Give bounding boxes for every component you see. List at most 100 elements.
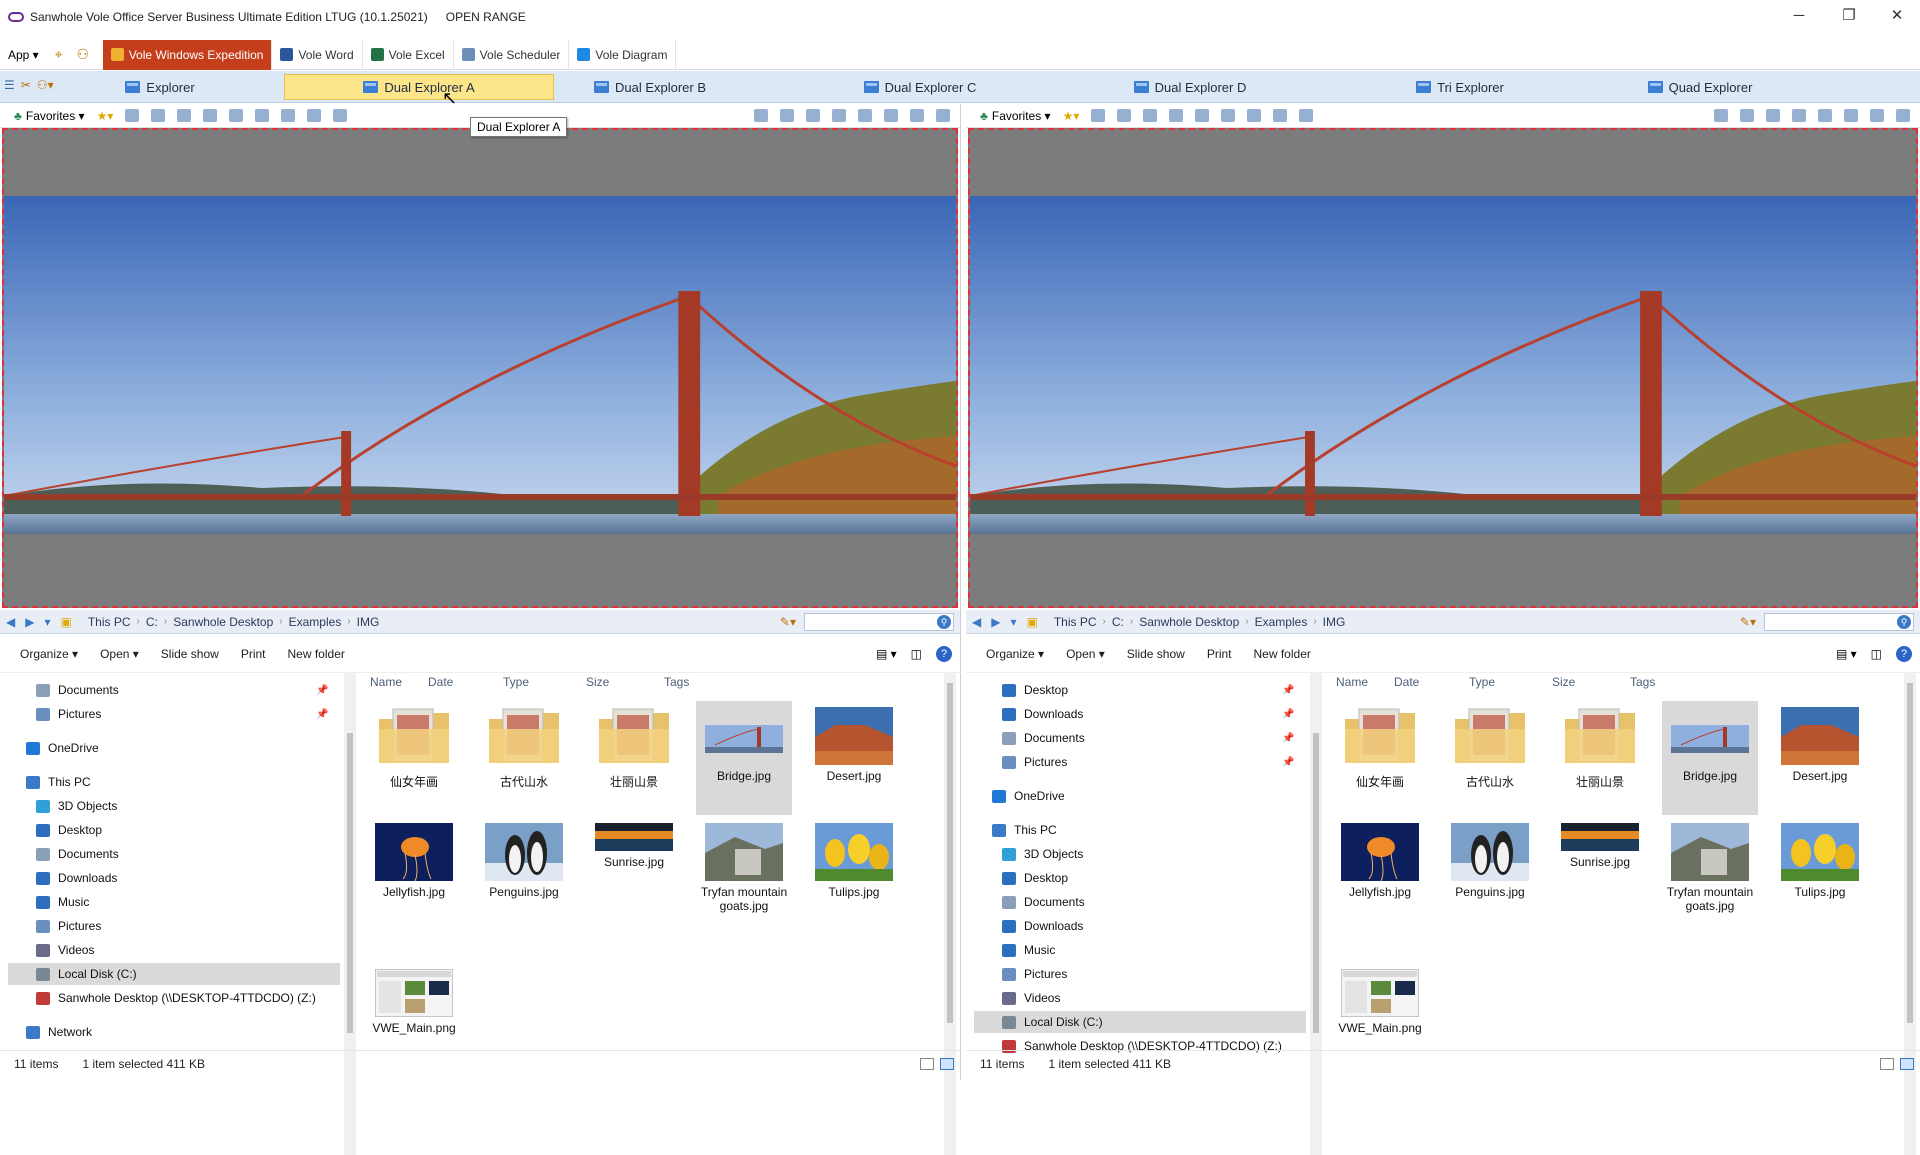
column-header[interactable]: Date [428, 675, 453, 695]
nav-item[interactable]: Network [0, 1021, 332, 1043]
file-item[interactable]: Desert.jpg [1772, 701, 1868, 815]
nav-item[interactable]: Documents [0, 843, 332, 865]
toolbar-action-icon[interactable] [1117, 109, 1132, 122]
nav-item[interactable]: Documents 📌 [966, 727, 1298, 749]
toolbar-action-icon[interactable] [125, 109, 140, 122]
toolbar-action-icon[interactable] [1273, 109, 1288, 122]
file-item[interactable]: 仙女年画 [1332, 701, 1428, 815]
layout-icon[interactable] [1896, 109, 1910, 122]
breadcrumb-item[interactable]: IMG [1323, 615, 1346, 629]
nav-item[interactable]: Pictures [966, 963, 1298, 985]
scrollbar-thumb[interactable] [947, 683, 953, 1023]
toolbar-action-icon[interactable] [203, 109, 218, 122]
tab-vole-scheduler[interactable]: Vole Scheduler [454, 39, 570, 70]
toolbar-action-icon[interactable] [307, 109, 322, 122]
layout-icon[interactable] [832, 109, 846, 122]
nav-item[interactable]: Videos [966, 987, 1298, 1009]
large-icons-view-icon[interactable] [1900, 1057, 1914, 1070]
tab-tri-explorer[interactable]: Tri Explorer [1370, 74, 1550, 100]
tools-icon[interactable]: ✂ [21, 78, 31, 92]
file-item[interactable]: Penguins.jpg [476, 817, 572, 927]
column-header[interactable]: Type [1469, 675, 1495, 695]
tools-icon[interactable]: ✎▾ [1740, 615, 1756, 629]
print-button[interactable]: Print [1207, 647, 1232, 661]
crosshair-icon[interactable]: ⌖ [47, 43, 71, 67]
column-header[interactable]: Name [1336, 675, 1368, 695]
layout-icon[interactable] [1740, 109, 1754, 122]
column-header[interactable]: Tags [1630, 675, 1655, 695]
nav-item[interactable]: 3D Objects [966, 843, 1298, 865]
column-header[interactable]: Type [503, 675, 529, 695]
users-icon[interactable]: ⚇ [71, 43, 95, 67]
restore-button[interactable]: ❐ [1826, 0, 1872, 30]
column-header[interactable]: Tags [664, 675, 689, 695]
favorites-menu[interactable]: Favorites ▾ [26, 109, 85, 123]
pin-icon[interactable]: 📌 [1282, 757, 1294, 768]
file-item[interactable]: 仙女年画 [366, 701, 462, 815]
nav-item[interactable]: This PC [966, 819, 1298, 841]
layout-icon[interactable] [1714, 109, 1728, 122]
layout-icon[interactable] [1792, 109, 1806, 122]
layout-icon[interactable] [936, 109, 950, 122]
tab-vole-excel[interactable]: Vole Excel [363, 39, 454, 70]
tab-vole-diagram[interactable]: Vole Diagram [569, 39, 677, 70]
toolbar-action-icon[interactable] [229, 109, 244, 122]
nav-item[interactable]: Downloads [0, 867, 332, 889]
file-item[interactable]: Tulips.jpg [1772, 817, 1868, 927]
chevron-down-icon[interactable]: ▾ [44, 615, 50, 629]
breadcrumb-item[interactable]: Examples [1255, 615, 1308, 629]
toolbar-action-icon[interactable] [1169, 109, 1184, 122]
tools-icon[interactable]: ✎▾ [780, 615, 796, 629]
breadcrumb-item[interactable]: C: [1112, 615, 1124, 629]
close-button[interactable]: ✕ [1874, 0, 1920, 30]
tab-vole-windows-expedition[interactable]: Vole Windows Expedition [102, 39, 273, 70]
nav-item[interactable]: Music [966, 939, 1298, 961]
file-item[interactable]: 壮丽山景 [586, 701, 682, 815]
scrollbar-thumb[interactable] [1313, 733, 1319, 1033]
file-item[interactable]: Tulips.jpg [806, 817, 902, 927]
search-input[interactable]: ⚲ [1764, 612, 1914, 631]
toolbar-action-icon[interactable] [151, 109, 166, 122]
toolbar-action-icon[interactable] [1091, 109, 1106, 122]
tab-dual-explorer-c[interactable]: Dual Explorer C [830, 74, 1010, 100]
nav-item[interactable]: Documents 📌 [0, 679, 332, 701]
pin-icon[interactable]: 📌 [1282, 685, 1294, 696]
new-folder-button[interactable]: New folder [1254, 647, 1311, 661]
slideshow-button[interactable]: Slide show [1127, 647, 1185, 661]
open-range-label[interactable]: OPEN RANGE [446, 10, 526, 24]
layout-icon[interactable] [1766, 109, 1780, 122]
toolbar-action-icon[interactable] [281, 109, 296, 122]
layout-icon[interactable] [1870, 109, 1884, 122]
column-header[interactable]: Date [1394, 675, 1419, 695]
nav-item[interactable]: Downloads 📌 [966, 703, 1298, 725]
new-folder-button[interactable]: New folder [288, 647, 345, 661]
navigation-scrollbar[interactable] [1310, 673, 1322, 1155]
toolbar-action-icon[interactable] [1221, 109, 1236, 122]
file-list-scrollbar[interactable] [1904, 673, 1916, 1155]
tab-explorer[interactable]: Explorer [100, 74, 220, 100]
search-icon[interactable]: ⚲ [1897, 614, 1911, 629]
file-item[interactable]: Bridge.jpg [1662, 701, 1758, 815]
scrollbar-thumb[interactable] [1907, 683, 1913, 1023]
nav-item[interactable]: Local Disk (C:) [8, 963, 340, 985]
nav-item[interactable]: 3D Objects [0, 795, 332, 817]
nav-item[interactable]: This PC [0, 771, 332, 793]
nav-item[interactable]: Documents [966, 891, 1298, 913]
layout-icon[interactable] [806, 109, 820, 122]
layout-icon[interactable] [1844, 109, 1858, 122]
column-header[interactable]: Size [586, 675, 609, 695]
toolbar-action-icon[interactable] [1299, 109, 1314, 122]
app-menu[interactable]: App ▾ [0, 40, 47, 70]
forward-icon[interactable]: ▶ [991, 615, 1000, 629]
layout-icon[interactable] [910, 109, 924, 122]
file-item[interactable]: Sunrise.jpg [586, 817, 682, 927]
toolbar-action-icon[interactable] [1247, 109, 1262, 122]
up-folder-icon[interactable]: ▣ [1027, 615, 1038, 629]
help-icon[interactable]: ? [936, 645, 952, 662]
view-options-icon[interactable]: ▤ ▾ [876, 647, 897, 661]
tab-dual-explorer-b[interactable]: Dual Explorer B [560, 74, 740, 100]
file-item[interactable]: 壮丽山景 [1552, 701, 1648, 815]
toolbar-action-icon[interactable] [333, 109, 348, 122]
nav-item[interactable]: Downloads [966, 915, 1298, 937]
tab-vole-word[interactable]: Vole Word [272, 39, 363, 70]
